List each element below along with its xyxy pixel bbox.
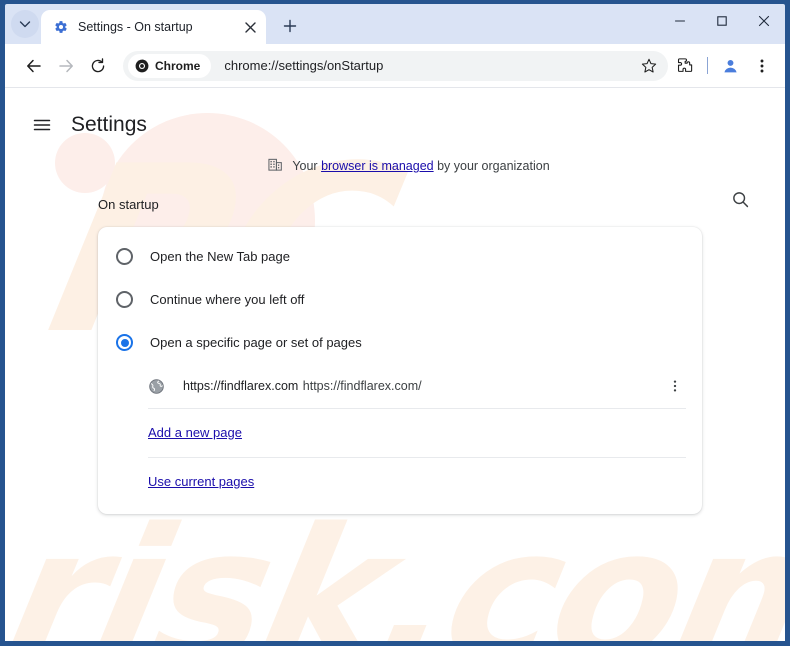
building-icon — [268, 157, 283, 175]
window-close-icon — [758, 15, 770, 27]
managed-notice: Your browser is managed by your organiza… — [5, 157, 785, 175]
managed-suffix: by your organization — [433, 159, 550, 173]
address-bar[interactable]: Chrome chrome://settings/onStartup — [123, 50, 668, 81]
minimize-button[interactable] — [659, 4, 701, 38]
tab-strip: Settings - On startup — [5, 4, 785, 44]
minimize-icon — [674, 20, 686, 22]
startup-page-texts: https://findflarex.com https://findflare… — [183, 377, 644, 395]
tab-settings[interactable]: Settings - On startup — [41, 10, 266, 44]
use-current-pages-link[interactable]: Use current pages — [148, 474, 254, 489]
startup-option-new-tab[interactable]: Open the New Tab page — [98, 235, 702, 278]
use-current-pages-row: Use current pages — [98, 458, 702, 506]
browser-window: Settings - On startup Chrome chrome://se… — [0, 0, 790, 646]
settings-header: Settings — [5, 88, 785, 142]
globe-icon — [148, 378, 165, 395]
url-text: chrome://settings/onStartup — [224, 58, 384, 73]
radio-specific-pages[interactable] — [116, 334, 133, 351]
chevron-down-icon — [19, 21, 31, 28]
back-arrow-icon — [27, 59, 41, 72]
startup-option-specific-pages[interactable]: Open a specific page or set of pages — [98, 321, 702, 364]
three-dot-icon — [673, 380, 677, 392]
startup-page-row: https://findflarex.com https://findflare… — [98, 364, 702, 408]
browser-toolbar: Chrome chrome://settings/onStartup — [5, 44, 785, 88]
forward-arrow-icon — [59, 59, 73, 72]
maximize-icon — [717, 16, 727, 26]
toolbar-divider — [707, 57, 708, 74]
startup-option-label: Open a specific page or set of pages — [150, 335, 362, 350]
reload-button[interactable] — [83, 51, 113, 81]
puzzle-icon — [677, 58, 692, 72]
star-icon[interactable] — [636, 53, 662, 79]
startup-page-menu-button[interactable] — [662, 373, 688, 399]
profile-button[interactable] — [715, 51, 745, 81]
chrome-chip[interactable]: Chrome — [128, 53, 212, 78]
tab-title: Settings - On startup — [78, 20, 193, 34]
hamburger-menu-icon[interactable] — [27, 110, 57, 140]
add-new-page-link[interactable]: Add a new page — [148, 425, 242, 440]
back-button[interactable] — [19, 51, 49, 81]
browser-menu-button[interactable] — [747, 51, 777, 81]
maximize-button[interactable] — [701, 4, 743, 38]
managed-prefix: Your — [292, 159, 322, 173]
startup-option-label: Continue where you left off — [150, 292, 305, 307]
plus-icon — [283, 19, 297, 33]
settings-page: PC risk.com Settings — [5, 88, 785, 641]
close-button[interactable] — [743, 4, 785, 38]
startup-page-url: https://findflarex.com/ — [302, 379, 422, 393]
managed-notice-text: Your browser is managed by your organiza… — [292, 159, 549, 173]
radio-new-tab[interactable] — [116, 248, 133, 265]
startup-option-continue[interactable]: Continue where you left off — [98, 278, 702, 321]
close-icon[interactable] — [240, 17, 260, 37]
reload-icon — [91, 57, 105, 72]
chrome-chip-label: Chrome — [155, 58, 201, 73]
search-settings-button[interactable] — [725, 184, 755, 214]
extensions-button[interactable] — [670, 51, 700, 81]
window-controls — [659, 4, 785, 38]
on-startup-card: Open the New Tab page Continue where you… — [98, 227, 702, 514]
new-tab-button[interactable] — [276, 12, 304, 40]
chrome-logo-icon — [135, 59, 149, 72]
search-icon — [732, 191, 748, 207]
avatar-icon — [723, 59, 737, 73]
add-new-page-row: Add a new page — [98, 409, 702, 457]
startup-option-label: Open the New Tab page — [150, 249, 290, 264]
radio-continue[interactable] — [116, 291, 133, 308]
page-title: Settings — [71, 113, 147, 136]
tab-search-button[interactable] — [11, 10, 39, 38]
startup-page-title: https://findflarex.com — [183, 379, 299, 393]
gear-icon — [53, 19, 69, 35]
section-label-on-startup: On startup — [98, 197, 159, 212]
forward-button[interactable] — [51, 51, 81, 81]
three-dot-icon — [760, 59, 764, 72]
managed-link[interactable]: browser is managed — [321, 159, 434, 173]
